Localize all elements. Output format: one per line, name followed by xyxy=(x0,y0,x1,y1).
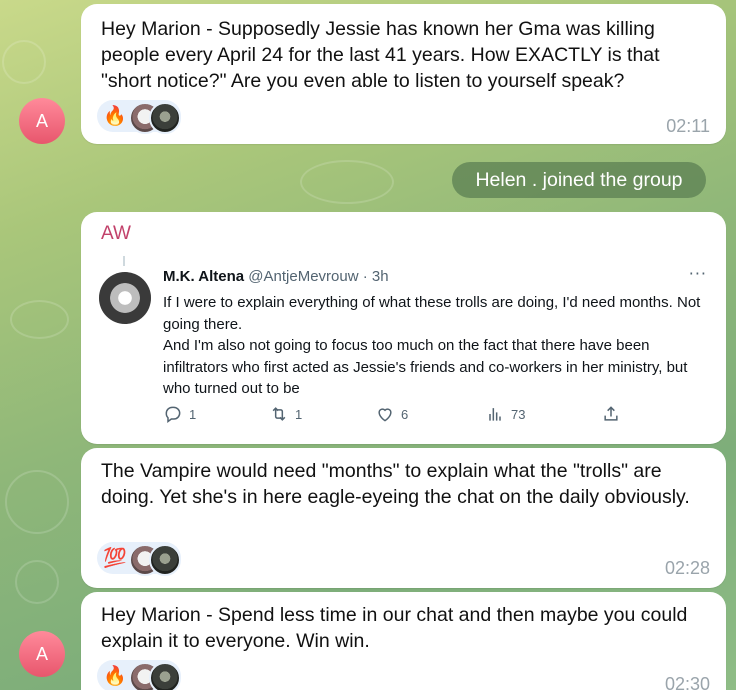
retweet-action: 1 xyxy=(269,404,302,424)
retweet-count: 1 xyxy=(295,406,303,422)
share-action xyxy=(601,404,621,424)
tweet-author-name: M.K. Altena xyxy=(163,268,245,285)
tweet-actions: 1 1 6 73 xyxy=(163,404,623,428)
fire-emoji: 🔥 xyxy=(103,665,127,687)
message-time: 02:30 xyxy=(664,674,710,690)
tweet-paragraph: And I'm also not going to focus too much… xyxy=(163,337,688,397)
tweet-author-avatar xyxy=(99,272,151,324)
like-count: 6 xyxy=(401,406,409,422)
background-doodle xyxy=(300,160,394,204)
reaction-pill[interactable]: 🔥 xyxy=(97,100,181,134)
views-action: 73 xyxy=(485,404,525,424)
tweet-body: If I were to explain everything of what … xyxy=(163,292,711,400)
service-message: Helen . joined the group xyxy=(452,162,706,198)
reply-action: 1 xyxy=(163,404,196,424)
reaction-pill[interactable]: 💯 xyxy=(97,542,181,576)
reply-count: 1 xyxy=(189,406,197,422)
message-bubble[interactable]: Hey Marion - Supposedly Jessie has known… xyxy=(81,4,726,144)
reactor-avatar xyxy=(149,662,181,690)
reactor-avatar xyxy=(149,102,181,134)
message-text: Hey Marion - Supposedly Jessie has known… xyxy=(101,18,660,92)
sender-avatar[interactable]: A xyxy=(19,98,65,144)
sender-name[interactable]: AW xyxy=(101,223,131,245)
background-doodle xyxy=(15,560,59,604)
message-text: Hey Marion - Spend less time in our chat… xyxy=(101,604,688,652)
background-doodle xyxy=(10,300,69,339)
views-icon xyxy=(489,408,501,421)
reaction-pill[interactable]: 🔥 xyxy=(97,660,181,690)
sender-avatar[interactable]: A xyxy=(19,631,65,677)
like-icon xyxy=(378,408,392,422)
views-count: 73 xyxy=(511,406,526,422)
retweet-icon xyxy=(272,407,286,421)
background-doodle xyxy=(2,40,46,84)
background-doodle xyxy=(5,470,69,534)
hundred-points-emoji: 💯 xyxy=(103,547,127,569)
tweet-handle: @AntjeMevrouw xyxy=(248,268,359,285)
share-icon xyxy=(604,406,618,421)
tweet-age: 3h xyxy=(371,268,389,285)
message-bubble[interactable]: Hey Marion - Spend less time in our chat… xyxy=(81,592,726,690)
message-text: The Vampire would need "months" to expla… xyxy=(101,460,690,508)
message-time: 02:11 xyxy=(666,116,710,136)
tweet-header: M.K. Altena @AntjeMevrouw · 3h xyxy=(163,268,389,285)
fire-emoji: 🔥 xyxy=(103,105,127,127)
like-action: 6 xyxy=(375,404,408,424)
message-time: 02:28 xyxy=(664,558,710,578)
message-bubble[interactable]: The Vampire would need "months" to expla… xyxy=(81,448,726,588)
tweet-paragraph: If I were to explain everything of what … xyxy=(163,294,701,333)
thread-line xyxy=(123,256,125,266)
avatar-initial: A xyxy=(35,110,48,131)
reactor-avatar xyxy=(149,544,181,576)
tweet-separator: · xyxy=(362,268,368,285)
reply-icon xyxy=(165,406,181,423)
message-bubble[interactable]: AW M.K. Altena @AntjeMevrouw · 3h ··· If… xyxy=(81,212,726,444)
more-icon: ··· xyxy=(688,264,707,283)
tweet-image[interactable]: M.K. Altena @AntjeMevrouw · 3h ··· If I … xyxy=(81,256,725,446)
avatar-initial: A xyxy=(35,643,48,664)
